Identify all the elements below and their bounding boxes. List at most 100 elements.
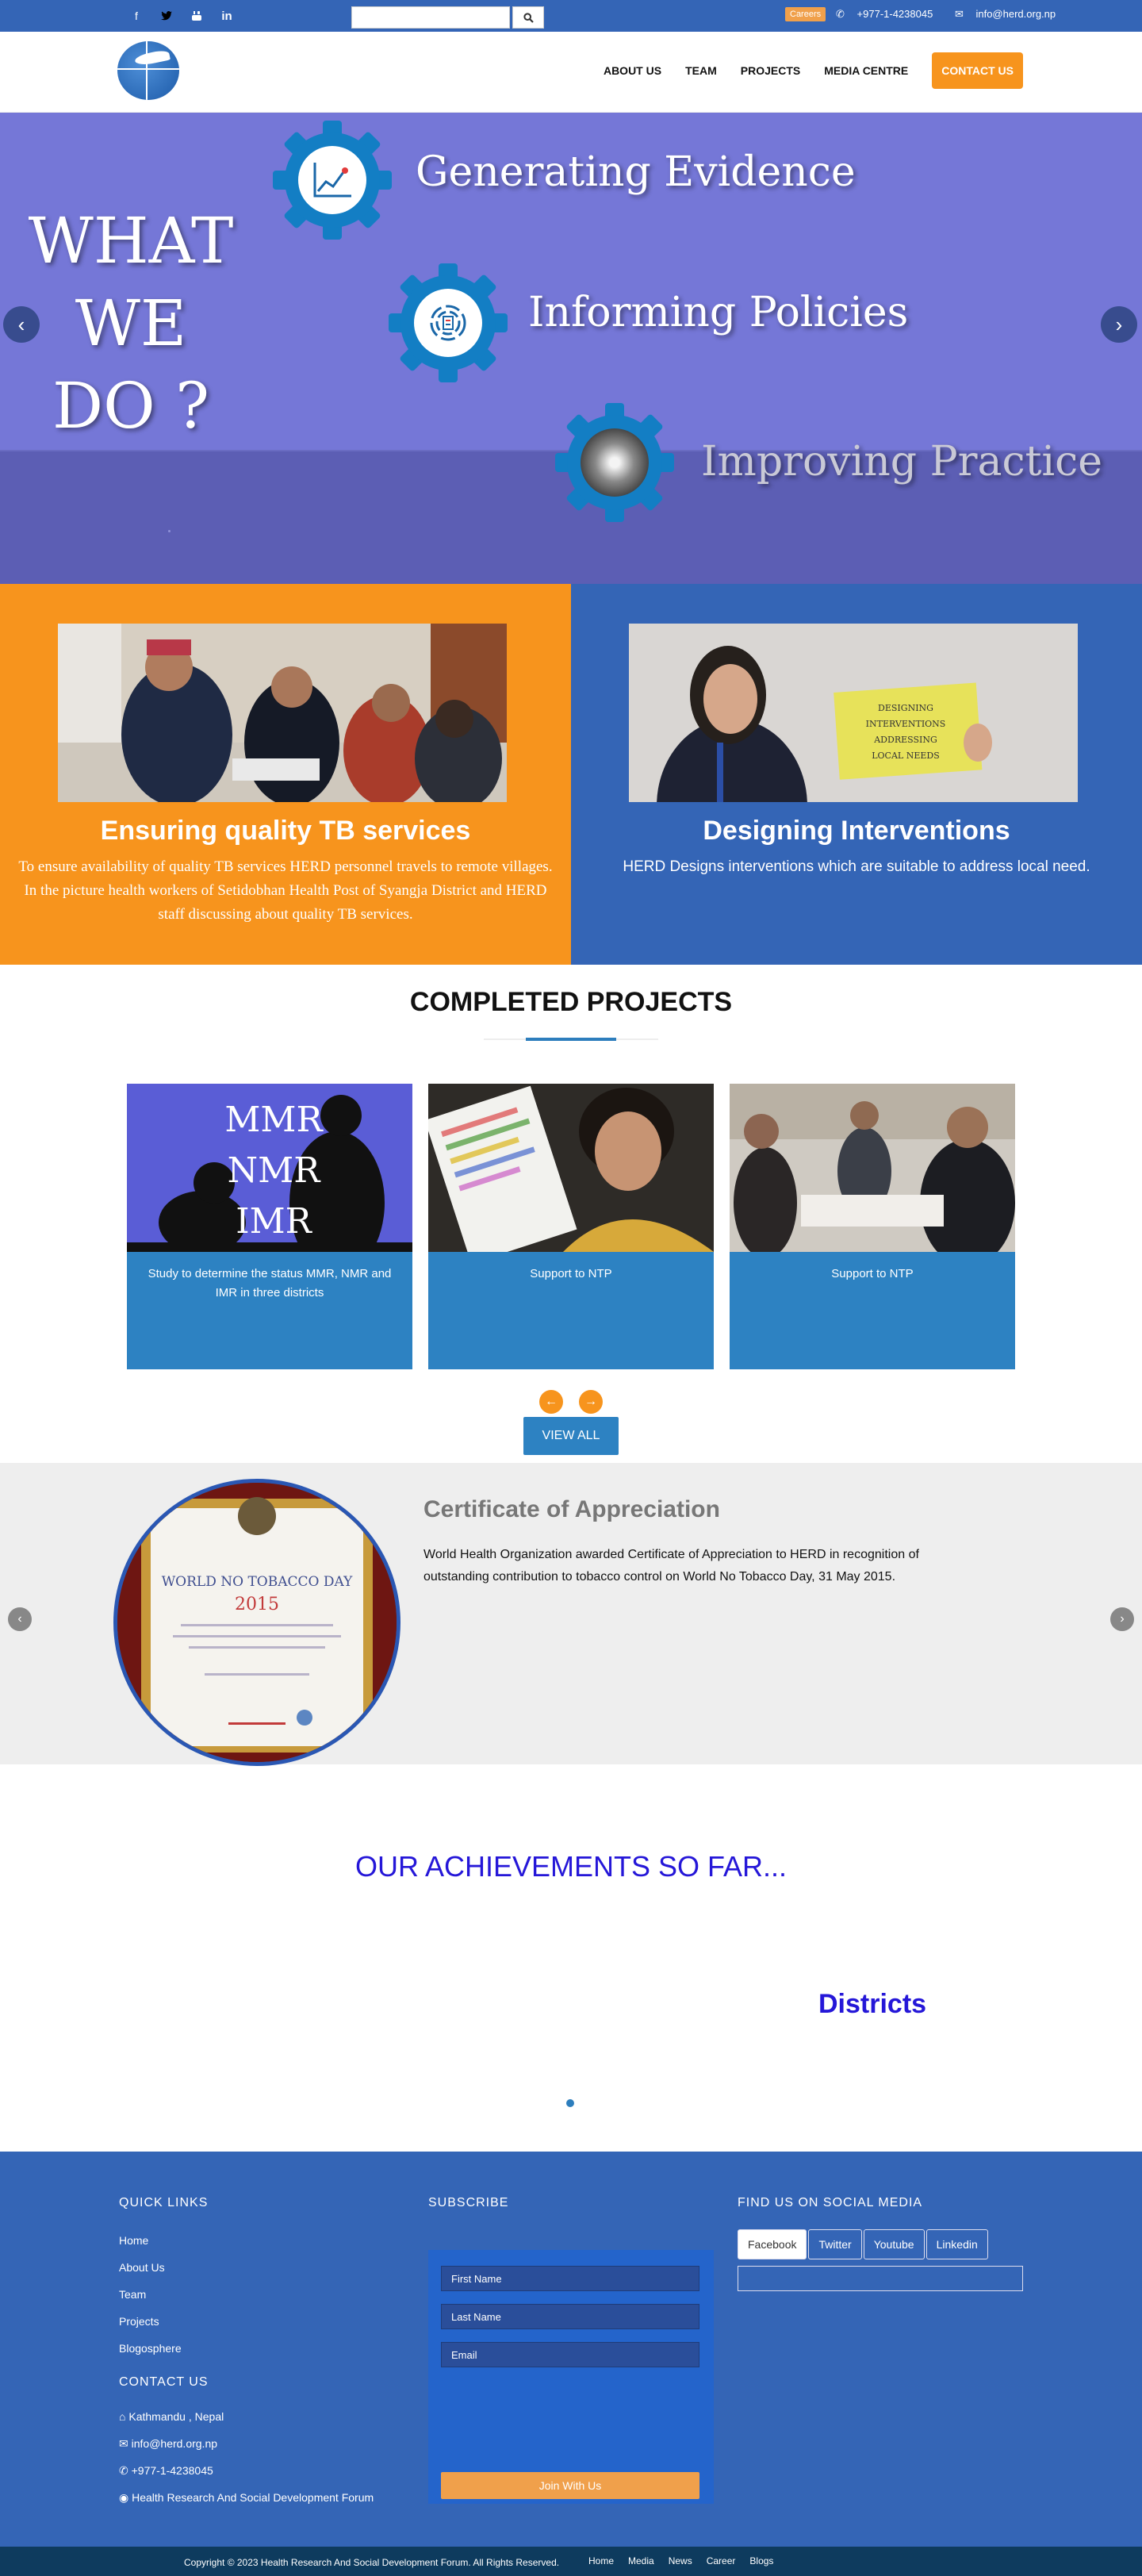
- first-name-field[interactable]: First Name: [441, 2266, 699, 2291]
- top-phone: +977-1-4238045: [856, 8, 933, 20]
- bottom-link-media[interactable]: Media: [628, 2555, 654, 2566]
- envelope-icon: ✉: [954, 8, 964, 20]
- certificate-photo: WORLD NO TOBACCO DAY 2015: [113, 1479, 400, 1766]
- facebook-icon[interactable]: f: [127, 7, 146, 25]
- copyright: Copyright © 2023 Health Research And Soc…: [184, 2557, 560, 2568]
- project-card[interactable]: MMR NMR IMR Study to determine the statu…: [127, 1084, 412, 1369]
- subscribe-title: SUBSCRIBE: [428, 2196, 509, 2209]
- project-caption: Support to NTP: [831, 1267, 914, 1280]
- contact-us-button[interactable]: CONTACT US: [932, 52, 1023, 89]
- search-icon: [523, 12, 534, 23]
- hero-heading-line: WHAT: [28, 204, 234, 278]
- chevron-left-icon: ‹: [17, 312, 25, 336]
- certificate-next-button[interactable]: ›: [1110, 1607, 1134, 1631]
- hero-item: Generating Evidence: [416, 148, 856, 196]
- footer-link-team[interactable]: Team: [119, 2288, 146, 2301]
- project-image: MMR NMR IMR: [127, 1084, 412, 1252]
- certificate-title: Certificate of Appreciation: [423, 1496, 720, 1522]
- project-image: [730, 1084, 1015, 1252]
- footer-link-blogosphere[interactable]: Blogosphere: [119, 2342, 182, 2355]
- hero-item: Improving Practice: [701, 438, 1103, 486]
- subscribe-form: First Name Last Name Email Join With Us: [428, 2250, 714, 2504]
- last-name-field[interactable]: Last Name: [441, 2304, 699, 2329]
- bottom-links: Home Media News Career Blogs: [588, 2555, 773, 2566]
- youtube-icon[interactable]: [187, 7, 206, 25]
- top-contact: ✆ +977-1-4238045 ✉ info@herd.org.np: [836, 8, 1075, 21]
- footer-link-about[interactable]: About Us: [119, 2261, 165, 2274]
- hero-prev-button[interactable]: ‹: [3, 306, 40, 343]
- project-caption: Study to determine the status MMR, NMR a…: [148, 1267, 392, 1300]
- hero-heading-line: WE: [75, 286, 187, 360]
- search-input[interactable]: [351, 6, 510, 29]
- linkedin-icon[interactable]: in: [217, 7, 236, 25]
- certificate-slider: WORLD NO TOBACCO DAY 2015 Certificate of…: [0, 1463, 1142, 1766]
- logo[interactable]: [117, 41, 179, 100]
- imr-text: IMR: [236, 1201, 312, 1242]
- join-button[interactable]: Join With Us: [441, 2472, 699, 2499]
- mmr-text: MMR: [224, 1100, 324, 1140]
- building-gear-icon: [555, 403, 674, 522]
- bottom-link-news[interactable]: News: [669, 2555, 692, 2566]
- sign-text: ADDRESSING: [873, 735, 937, 745]
- envelope-icon: ✉: [119, 2437, 128, 2450]
- document-gear-icon: [389, 263, 508, 382]
- projects-next-button[interactable]: →: [579, 1390, 603, 1414]
- project-card[interactable]: Support to NTP: [730, 1084, 1015, 1369]
- bottom-link-home[interactable]: Home: [588, 2555, 614, 2566]
- achievements-title: OUR ACHIEVEMENTS SO FAR...: [354, 1850, 788, 1883]
- chevron-right-icon: ›: [1120, 1612, 1125, 1626]
- feature-title: Designing Interventions: [703, 816, 1010, 846]
- top-email[interactable]: info@herd.org.np: [975, 8, 1056, 20]
- certificate-year: 2015: [235, 1595, 279, 1614]
- feature-tb-services: Ensuring quality TB services To ensure a…: [0, 584, 571, 965]
- tb-services-photo: [58, 624, 507, 802]
- arrow-left-icon: ←: [545, 1395, 558, 1408]
- social-tabs: Facebook Twitter Youtube Linkedin: [738, 2229, 988, 2259]
- hero-heading: WHAT WE DO ?: [24, 200, 238, 447]
- feature-text: HERD Designs interventions which are sui…: [623, 858, 1090, 875]
- footer-link-home[interactable]: Home: [119, 2234, 148, 2247]
- bottom-link-career[interactable]: Career: [707, 2555, 736, 2566]
- certificate-prev-button[interactable]: ‹: [8, 1607, 32, 1631]
- hero-next-button[interactable]: ›: [1101, 306, 1137, 343]
- social-media-title: FIND US ON SOCIAL MEDIA: [738, 2196, 923, 2209]
- twitter-icon[interactable]: [157, 7, 176, 25]
- globe-icon: ◉: [119, 2491, 129, 2504]
- search-button[interactable]: [512, 6, 544, 29]
- contact-email[interactable]: ✉ info@herd.org.np: [119, 2437, 217, 2451]
- project-image: [428, 1084, 714, 1252]
- sign-text: LOCAL NEEDS: [872, 751, 940, 761]
- tab-twitter[interactable]: Twitter: [808, 2229, 862, 2259]
- sign-text: INTERVENTIONS: [866, 719, 946, 729]
- contact-address: ⌂ Kathmandu , Nepal: [119, 2410, 224, 2423]
- contact-org: ◉ Health Research And Social Development…: [119, 2491, 374, 2504]
- nav-media-centre[interactable]: MEDIA CENTRE: [824, 64, 908, 77]
- tab-linkedin[interactable]: Linkedin: [925, 2229, 988, 2259]
- slider-dot[interactable]: [566, 2099, 574, 2107]
- nav-projects[interactable]: PROJECTS: [741, 64, 800, 77]
- nav-team[interactable]: TEAM: [685, 64, 717, 77]
- designing-interventions-photo: DESIGNING INTERVENTIONS ADDRESSING LOCAL…: [629, 624, 1078, 802]
- feature-designing-interventions: DESIGNING INTERVENTIONS ADDRESSING LOCAL…: [571, 584, 1142, 965]
- bottom-link-blogs[interactable]: Blogs: [749, 2555, 773, 2566]
- chart-gear-icon: [273, 121, 392, 240]
- social-feed-frame[interactable]: [738, 2266, 1023, 2291]
- careers-link[interactable]: Careers: [785, 7, 826, 21]
- tab-facebook[interactable]: Facebook: [738, 2229, 807, 2259]
- footer-link-projects[interactable]: Projects: [119, 2315, 159, 2328]
- footer: QUICK LINKS Home About Us Team Projects …: [0, 2152, 1142, 2547]
- main-nav: ABOUT US TEAM PROJECTS MEDIA CENTRE CONT…: [604, 52, 1023, 89]
- sign-text: DESIGNING: [878, 703, 933, 713]
- project-caption: Support to NTP: [530, 1267, 612, 1280]
- nav-about-us[interactable]: ABOUT US: [604, 64, 661, 77]
- project-card[interactable]: Support to NTP: [428, 1084, 714, 1369]
- nmr-text: NMR: [228, 1150, 322, 1191]
- email-field[interactable]: Email: [441, 2342, 699, 2367]
- phone-icon: ✆: [836, 8, 845, 20]
- view-all-button[interactable]: VIEW ALL: [523, 1417, 619, 1455]
- projects-prev-button[interactable]: ←: [539, 1390, 563, 1414]
- tab-youtube[interactable]: Youtube: [863, 2229, 925, 2259]
- hero-slider: WHAT WE DO ? Generating Evidence Informi…: [0, 113, 1142, 584]
- feature-text: To ensure availability of quality TB ser…: [18, 858, 553, 923]
- certificate-text: World Health Organization awarded Certif…: [423, 1548, 919, 1584]
